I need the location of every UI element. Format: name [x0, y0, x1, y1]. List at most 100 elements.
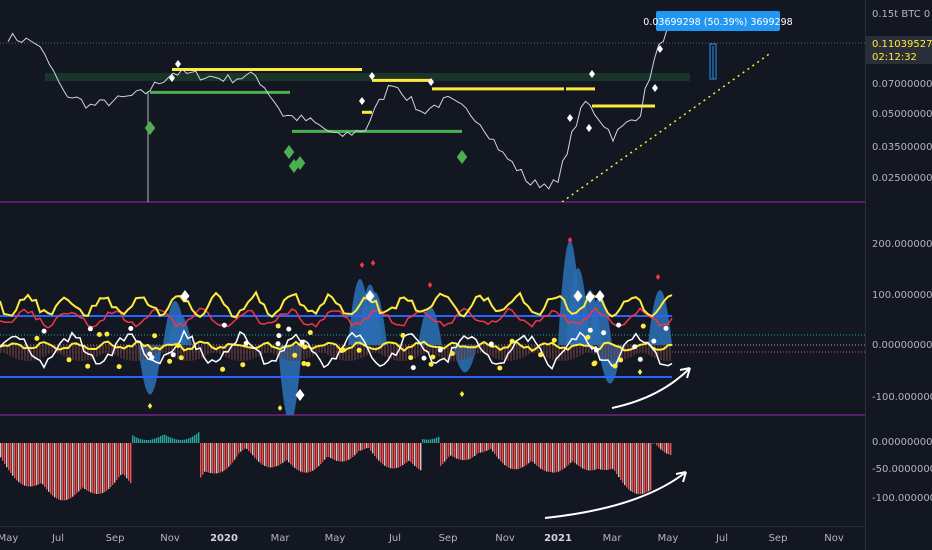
oscillator-axis-labels: 200.00000000 100.00000000 0.00000000 -100.0… [872, 239, 932, 403]
time-tick-label: 2020 [210, 533, 238, 544]
histogram-bar [150, 439, 152, 443]
histogram-bar [248, 443, 250, 451]
histogram-bar [42, 443, 44, 485]
histogram-bar [188, 438, 190, 443]
time-tick-label: Sep [106, 533, 125, 544]
histogram-bar [304, 443, 306, 473]
symbol-label: 0.15t BTC 0 [872, 9, 930, 20]
time-tick-label: Sep [769, 533, 788, 544]
histogram-bar [140, 439, 142, 443]
histogram-bar [610, 443, 612, 470]
signal-dot [421, 355, 427, 361]
histogram-bar [290, 443, 292, 465]
histogram-bar [226, 443, 228, 469]
oscillator-tick-label: 200.00000000 [872, 239, 932, 250]
histogram-bar [130, 443, 132, 484]
histogram-bar [416, 443, 418, 468]
histogram-bar [666, 443, 668, 454]
histogram-bar [202, 443, 204, 475]
histogram-bar [364, 443, 366, 449]
signal-dot [85, 363, 91, 369]
histogram-bar [552, 443, 554, 473]
oscillator-bar [510, 345, 512, 361]
measure-badge[interactable]: 0.03699298 (50.39%) 3699298 [643, 11, 793, 31]
histogram-bar [578, 443, 580, 466]
histogram-bar [132, 435, 134, 443]
histogram-bar [160, 436, 162, 443]
oscillator-bar [615, 345, 617, 361]
white-diamond-marker [175, 60, 181, 68]
histogram-bar [110, 443, 112, 488]
oscillator-bar [297, 345, 299, 361]
histogram-bar [468, 443, 470, 460]
histogram-bar [560, 443, 562, 471]
oscillator-bar [384, 345, 386, 357]
histogram-bar [390, 443, 392, 469]
signal-dot [167, 358, 173, 364]
measure-badge-text: 0.03699298 (50.39%) 3699298 [643, 17, 792, 28]
price-axis-labels: 0.07000000 0.05000000 0.03500000 0.02500000 [872, 79, 932, 184]
histogram-bar [176, 439, 178, 443]
oscillator-bar [552, 345, 554, 360]
histogram-bar [80, 443, 82, 490]
price-tag[interactable]: 0.11039527 02:12:32 [866, 36, 932, 64]
signal-dot [307, 330, 313, 335]
chart-canvas[interactable]: 0.03699298 (50.39%) 3699298 0.15t BTC 0 … [0, 0, 932, 550]
histogram-bar [340, 443, 342, 462]
signal-dot [616, 322, 622, 328]
histogram-bar [178, 439, 180, 443]
histogram-bar [414, 443, 416, 466]
signal-dot [175, 343, 181, 348]
histogram-bar [206, 443, 208, 472]
histogram-bar [48, 443, 50, 492]
white-diamond-marker [567, 114, 573, 122]
histogram-bar [84, 443, 86, 489]
histogram-bar [404, 443, 406, 464]
oscillator-bar [45, 345, 47, 356]
histogram-bar [122, 443, 124, 474]
histogram-bar [464, 443, 466, 461]
oscillator-bar [9, 345, 11, 357]
signal-dot [276, 333, 282, 339]
signal-dot [221, 322, 227, 328]
histogram-bar [38, 443, 40, 485]
histogram-bar [214, 443, 216, 474]
histogram-bar [596, 443, 598, 469]
signal-dot [286, 326, 292, 332]
histogram-bar [422, 439, 424, 443]
histogram-bar [192, 436, 194, 443]
time-axis-labels: May Jul Sep Nov 2020 Mar May Jul Sep Nov 2021 Mar Ma… [0, 533, 844, 544]
signal-dot [128, 326, 134, 331]
histogram-bar [224, 443, 226, 471]
histogram-bar [62, 443, 64, 501]
histogram-bar [562, 443, 564, 470]
histogram-bar [218, 443, 220, 473]
histogram-bar [366, 443, 368, 449]
histogram-bar [44, 443, 46, 487]
signal-dot [437, 347, 443, 353]
signal-dot [618, 357, 624, 363]
histogram-bar [516, 443, 518, 470]
oscillator-bar [267, 345, 269, 351]
time-tick-label: Nov [495, 533, 515, 544]
histogram-bar [434, 438, 436, 443]
histogram-bar [492, 443, 494, 452]
green-diamond-marker [283, 145, 295, 159]
histogram-bar [634, 443, 636, 494]
histogram-bar [510, 443, 512, 469]
signal-dot [116, 364, 122, 370]
red-diamond-marker [427, 282, 433, 288]
histogram-bar [56, 443, 58, 499]
histogram-bar [564, 443, 566, 469]
oscillator-bar [645, 345, 647, 354]
price-tick-label: 0.03500000 [872, 142, 932, 153]
oscillator-bar [240, 345, 242, 361]
oscillator-bar [186, 345, 188, 361]
histogram-bar [342, 443, 344, 462]
histogram-bar [408, 443, 410, 461]
signal-dot [178, 355, 184, 361]
oscillator-bar [207, 345, 209, 355]
signal-dot [400, 332, 406, 338]
histogram-bar [236, 443, 238, 457]
histogram-bar [544, 443, 546, 471]
